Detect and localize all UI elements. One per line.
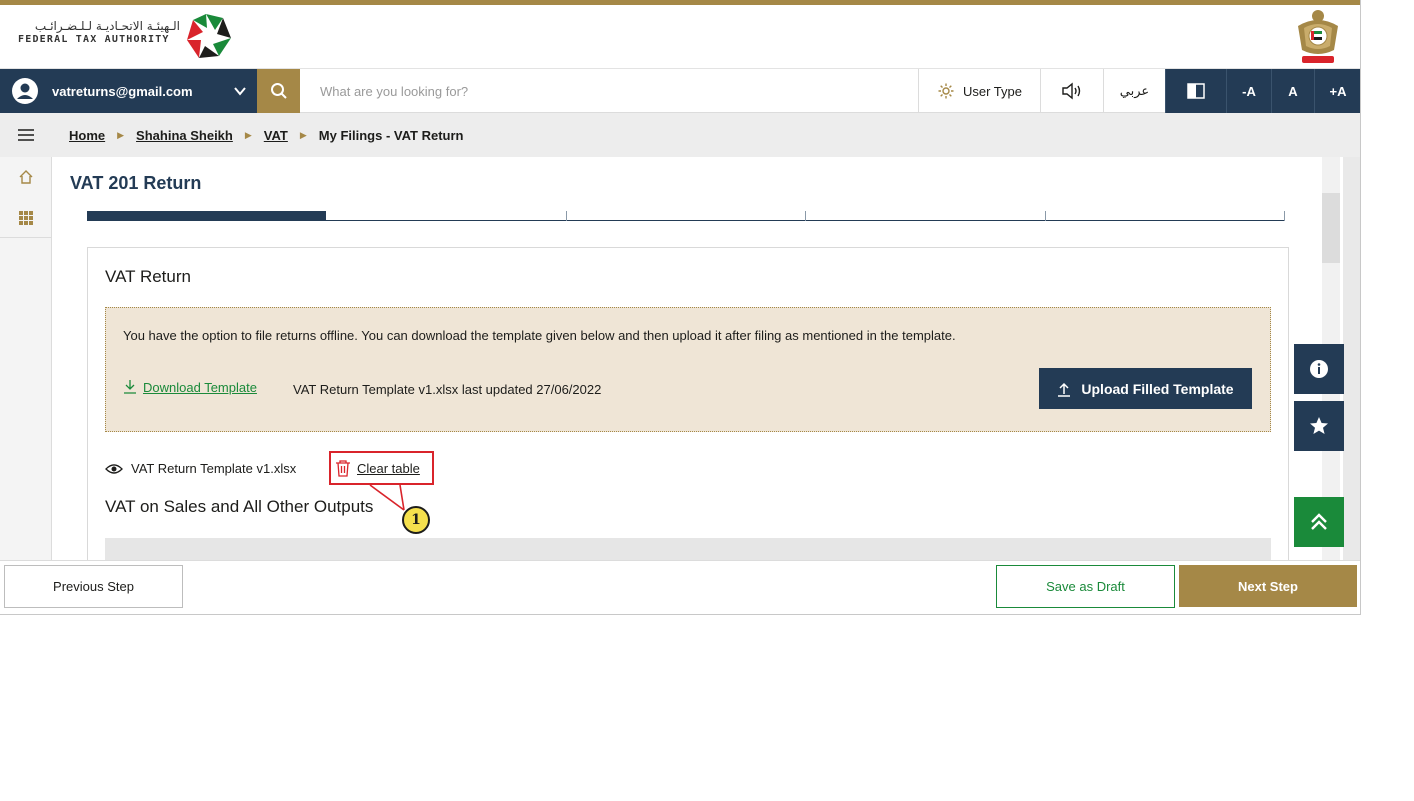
user-avatar-icon bbox=[12, 78, 38, 104]
user-type-label: User Type bbox=[962, 83, 1022, 99]
eye-icon bbox=[105, 463, 123, 474]
logo-english-text: FEDERAL TAX AUTHORITY bbox=[18, 34, 170, 45]
previous-step-button[interactable]: Previous Step bbox=[4, 565, 183, 608]
text-to-speech-button[interactable] bbox=[1040, 69, 1103, 113]
callout-number-badge: 1 bbox=[402, 506, 430, 534]
user-menu[interactable]: vatreturns@gmail.com bbox=[0, 69, 257, 113]
section-title: VAT on Sales and All Other Outputs bbox=[105, 497, 374, 516]
contrast-toggle[interactable] bbox=[1165, 69, 1226, 113]
logo-arabic-text: الـهيئـة الاتحـاديـة لـلـضـرائـب bbox=[34, 19, 180, 33]
apps-grid-icon bbox=[19, 210, 33, 225]
hamburger-menu-button[interactable] bbox=[0, 113, 52, 157]
info-button[interactable] bbox=[1294, 344, 1344, 394]
side-panel-strip bbox=[1343, 157, 1360, 560]
info-icon bbox=[1310, 360, 1328, 378]
search-icon bbox=[270, 83, 287, 99]
user-type-button[interactable]: User Type bbox=[918, 69, 1040, 113]
scroll-to-top-button[interactable] bbox=[1294, 497, 1344, 547]
top-navbar: vatreturns@gmail.com User Type bbox=[0, 69, 1360, 113]
clear-table-highlight[interactable]: Clear table bbox=[329, 451, 434, 485]
trash-icon bbox=[336, 460, 350, 477]
save-as-draft-button[interactable]: Save as Draft bbox=[996, 565, 1175, 608]
hamburger-icon bbox=[18, 129, 34, 141]
clear-table-link[interactable]: Clear table bbox=[357, 461, 420, 476]
download-template-link[interactable]: Download Template bbox=[123, 379, 257, 395]
app-window: الـهيئـة الاتحـاديـة لـلـضـرائـب FEDERAL… bbox=[0, 0, 1361, 615]
fta-logo-text[interactable]: الـهيئـة الاتحـاديـة لـلـضـرائـب FEDERAL… bbox=[18, 19, 180, 46]
step-progress-bar bbox=[87, 211, 1285, 221]
home-nav-button[interactable] bbox=[0, 157, 52, 197]
uae-emblem-icon bbox=[1298, 10, 1338, 63]
chevron-down-icon[interactable] bbox=[233, 84, 247, 98]
uploaded-file-name: VAT Return Template v1.xlsx bbox=[131, 461, 297, 476]
breadcrumb-separator-icon: ▶ bbox=[244, 129, 252, 140]
language-toggle[interactable]: عربي bbox=[1103, 69, 1165, 113]
breadcrumb-separator-icon: ▶ bbox=[299, 129, 307, 140]
contrast-icon bbox=[1187, 83, 1205, 99]
home-icon bbox=[19, 170, 33, 184]
double-chevron-up-icon bbox=[1311, 513, 1327, 530]
upload-filled-template-label: Upload Filled Template bbox=[1081, 380, 1234, 397]
vat-return-title: VAT Return bbox=[105, 267, 191, 286]
offline-filing-notice-text: You have the option to file returns offl… bbox=[123, 328, 956, 343]
download-template-label: Download Template bbox=[143, 379, 257, 395]
apps-nav-button[interactable] bbox=[0, 198, 52, 238]
favourite-button[interactable] bbox=[1294, 401, 1344, 451]
upload-icon bbox=[1058, 382, 1071, 397]
page-title: VAT 201 Return bbox=[70, 173, 202, 193]
fta-logo-icon bbox=[187, 14, 231, 58]
search-input[interactable] bbox=[306, 77, 906, 105]
template-version-info: VAT Return Template v1.xlsx last updated… bbox=[293, 382, 602, 397]
step-progress-completed bbox=[87, 211, 326, 221]
step-divider bbox=[566, 211, 567, 221]
breadcrumb-account[interactable]: Shahina Sheikh bbox=[136, 128, 233, 143]
logo-header: الـهيئـة الاتحـاديـة لـلـضـرائـب FEDERAL… bbox=[0, 5, 1360, 69]
speaker-icon bbox=[1062, 82, 1081, 100]
font-increase-button[interactable]: +A bbox=[1314, 69, 1360, 113]
upload-filled-template-button[interactable]: Upload Filled Template bbox=[1039, 368, 1252, 409]
star-icon bbox=[1310, 417, 1328, 434]
breadcrumb-current: My Filings - VAT Return bbox=[318, 127, 464, 143]
sales-table-header bbox=[105, 538, 1271, 560]
step-divider bbox=[1284, 211, 1285, 221]
download-icon bbox=[124, 380, 136, 394]
breadcrumb-separator-icon: ▶ bbox=[117, 129, 125, 140]
search-button[interactable] bbox=[257, 69, 300, 113]
breadcrumb: Home ▶ Shahina Sheikh ▶ VAT ▶ My Filings… bbox=[52, 113, 1360, 157]
step-divider bbox=[805, 211, 806, 221]
uploaded-file-preview[interactable]: VAT Return Template v1.xlsx bbox=[105, 461, 296, 476]
step-divider bbox=[1045, 211, 1046, 221]
user-email: vatreturns@gmail.com bbox=[52, 83, 193, 99]
gear-icon bbox=[938, 83, 954, 99]
next-step-button[interactable]: Next Step bbox=[1179, 565, 1357, 607]
font-reset-button[interactable]: A bbox=[1271, 69, 1314, 113]
breadcrumb-vat[interactable]: VAT bbox=[264, 128, 288, 143]
font-decrease-button[interactable]: -A bbox=[1226, 69, 1271, 113]
scrollbar-thumb[interactable] bbox=[1322, 193, 1340, 263]
breadcrumb-home[interactable]: Home bbox=[69, 128, 105, 143]
